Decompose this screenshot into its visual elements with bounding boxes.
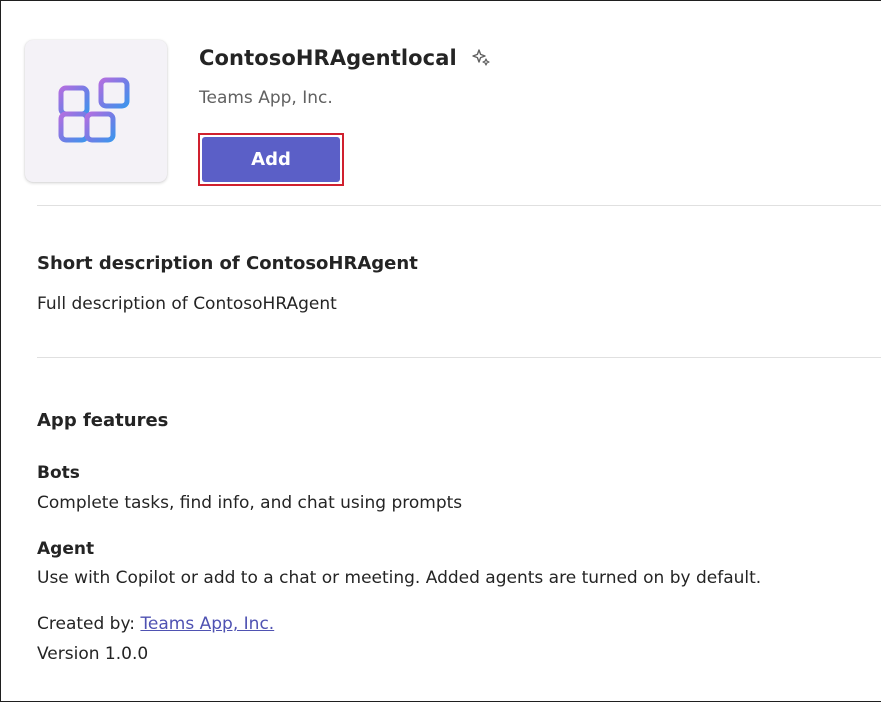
short-description: Short description of ContosoHRAgent [37,253,418,274]
features-heading: App features [37,410,169,431]
divider [37,357,881,358]
feature-title-agent: Agent [37,539,95,559]
created-by-label: Created by: [37,614,136,634]
copilot-sparkle-icon [471,48,491,68]
feature-title-bots: Bots [37,463,80,483]
publisher-name: Teams App, Inc. [199,88,333,108]
add-button[interactable]: Add [202,137,340,182]
created-by-row: Created by: Teams App, Inc. [37,614,274,634]
publisher-link[interactable]: Teams App, Inc. [140,614,274,634]
app-name: ContosoHRAgentlocal [199,46,457,70]
divider [37,205,881,206]
app-title-row: ContosoHRAgentlocal [199,43,491,73]
app-grid-icon [58,77,130,143]
feature-desc-agent: Use with Copilot or add to a chat or mee… [37,568,762,588]
app-details-panel: ContosoHRAgentlocal Teams App, Inc. Add … [0,0,881,702]
feature-desc-bots: Complete tasks, find info, and chat usin… [37,493,463,513]
version-label: Version 1.0.0 [37,644,149,664]
full-description: Full description of ContosoHRAgent [37,294,337,314]
app-icon-tile [25,40,167,182]
